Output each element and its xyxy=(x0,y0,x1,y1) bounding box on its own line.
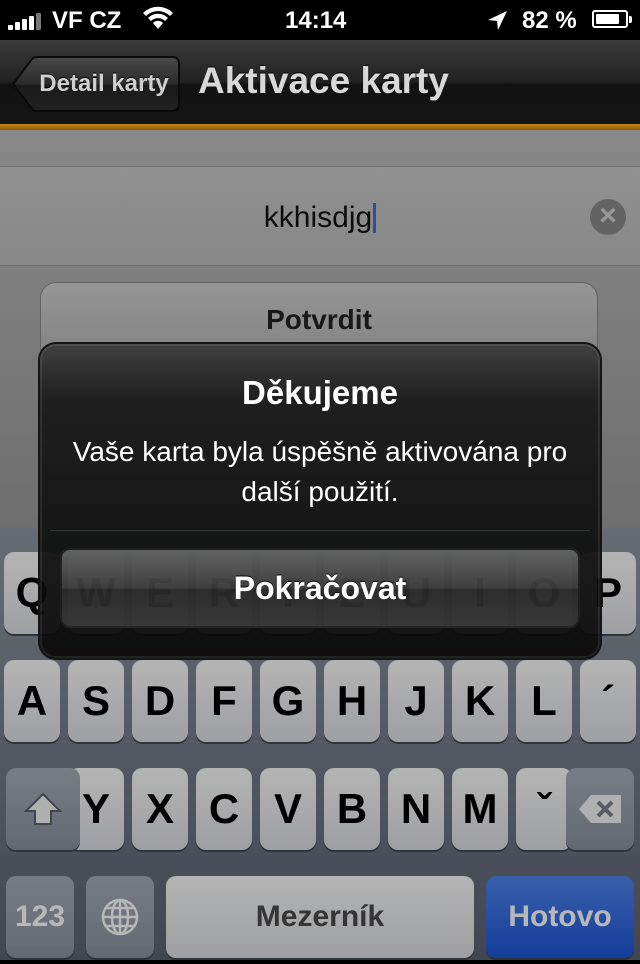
navigation-bar: Detail karty Aktivace karty xyxy=(0,40,640,130)
alert-title: Děkujeme xyxy=(242,374,398,411)
page-title: Aktivace karty xyxy=(198,60,449,101)
time-label: 14:14 xyxy=(285,7,347,34)
status-bar: VF CZ 14:14 82 % xyxy=(0,0,640,40)
battery-icon xyxy=(592,10,632,28)
carrier-label: VF CZ xyxy=(52,7,122,34)
alert-dialog: Děkujeme Vaše karta byla úspěšně aktivov… xyxy=(38,342,602,660)
battery-fill xyxy=(596,14,619,24)
wifi-icon xyxy=(143,6,173,29)
continue-button[interactable]: Pokračovat xyxy=(60,548,580,628)
alert-message: Vaše karta byla úspěšně aktivována pro d… xyxy=(72,436,568,507)
alert-divider xyxy=(50,530,590,531)
signal-bars-icon xyxy=(8,10,48,30)
battery-percent: 82 % xyxy=(522,7,577,34)
back-button[interactable]: Detail karty xyxy=(12,56,180,112)
location-arrow-icon xyxy=(488,11,507,30)
back-button-label: Detail karty xyxy=(39,70,169,97)
